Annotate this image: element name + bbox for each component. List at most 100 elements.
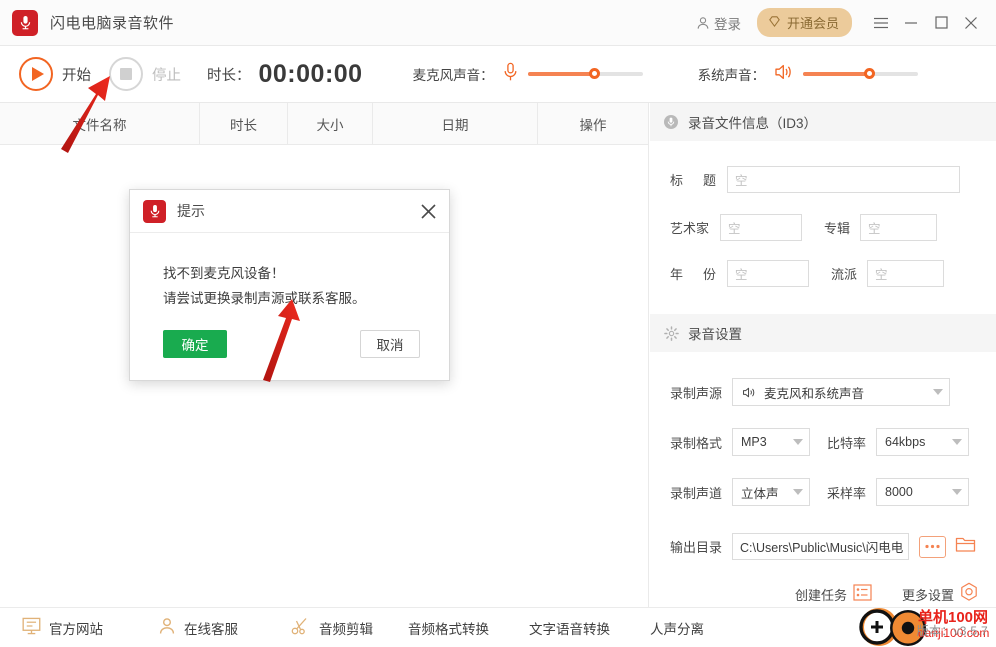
id3-artist-input[interactable]: 空 (720, 214, 803, 241)
record-channel-value: 立体声 (741, 486, 779, 501)
version-label: 版本：v3.5.7 (916, 624, 988, 638)
login-button[interactable]: 登录 (696, 13, 741, 33)
system-volume-group: 系统声音： (698, 62, 919, 87)
chevron-down-icon (952, 439, 963, 445)
chevron-down-icon (933, 389, 944, 395)
bitrate-select[interactable]: 64kbps (876, 428, 970, 456)
record-settings-header: 录音设置 (650, 314, 996, 352)
window-controls-group: 登录 开通会员 (696, 0, 996, 46)
recording-toolbar: 开始 停止 时长： 00:00:00 麦克风声音： 系统声音： (0, 46, 996, 103)
dialog-message-line2: 请尝试更换录制声源或联系客服。 (163, 291, 366, 306)
user-icon (696, 16, 710, 30)
id3-genre-input[interactable]: 空 (867, 260, 945, 287)
dialog-buttons: 确定 取消 (130, 330, 451, 360)
record-format-label: 录制格式 (670, 435, 723, 451)
scissors-icon (291, 617, 311, 638)
text-to-speech-label: 文字语音转换 (529, 621, 610, 637)
file-table-header: 文件名称 时长 大小 日期 操作 (0, 103, 648, 145)
online-support-label: 在线客服 (184, 621, 238, 637)
login-label: 登录 (713, 16, 741, 32)
browse-ellipsis-button[interactable] (919, 535, 947, 558)
samplerate-select[interactable]: 8000 (876, 478, 970, 506)
upgrade-membership-label: 开通会员 (786, 16, 839, 31)
record-source-label: 录制声源 (670, 385, 723, 401)
bitrate-label: 比特率 (827, 435, 867, 451)
id3-section-header: 录音文件信息（ID3） (650, 103, 996, 141)
microphone-volume-group: 麦克风声音： (413, 62, 643, 87)
record-channel-select[interactable]: 立体声 (732, 478, 811, 506)
dialog-cancel-button[interactable]: 取消 (360, 330, 420, 358)
duration-label: 时长： (207, 67, 251, 84)
speaker-icon (741, 384, 757, 400)
vocal-separation-button[interactable]: 人声分离 (650, 618, 704, 638)
column-header-operation[interactable]: 操作 (538, 103, 648, 145)
task-list-icon[interactable] (853, 583, 872, 606)
record-source-row: 录制声源 麦克风和系统声音 (670, 378, 996, 406)
output-directory-label: 输出目录 (670, 540, 723, 555)
settings-hex-icon[interactable] (959, 582, 979, 607)
speaker-icon[interactable] (773, 62, 794, 87)
id3-album-input[interactable]: 空 (860, 214, 938, 241)
dialog-ok-button[interactable]: 确定 (163, 330, 227, 358)
app-window: 闪电电脑录音软件 登录 开通会员 开始 停止 时长： 00:00:00 麦克风声… (0, 0, 996, 647)
audio-format-convert-button[interactable]: 音频格式转换 (408, 618, 489, 638)
id3-year-label: 年 份 (670, 267, 716, 282)
id3-title-label: 标 题 (670, 173, 716, 188)
record-format-select[interactable]: MP3 (732, 428, 811, 456)
minimize-icon[interactable] (896, 0, 926, 46)
column-header-filename[interactable]: 文件名称 (0, 103, 200, 145)
system-volume-slider[interactable] (803, 68, 919, 79)
headset-user-icon (158, 617, 176, 638)
id3-section-title: 录音文件信息（ID3） (688, 116, 818, 131)
dialog-message-line1: 找不到麦克风设备！ (163, 266, 285, 281)
dialog-header: 提示 (130, 190, 449, 233)
maximize-icon[interactable] (926, 0, 956, 46)
app-title: 闪电电脑录音软件 (50, 15, 175, 32)
id3-album-label: 专辑 (824, 221, 851, 236)
start-recording-button[interactable] (19, 57, 53, 91)
audio-format-convert-label: 音频格式转换 (408, 621, 489, 637)
column-header-size[interactable]: 大小 (288, 103, 373, 145)
samplerate-value: 8000 (885, 485, 913, 499)
more-settings-button[interactable]: 更多设置 (902, 585, 954, 604)
column-header-date[interactable]: 日期 (373, 103, 538, 145)
microphone-volume-slider[interactable] (527, 68, 643, 79)
stop-icon (120, 68, 132, 80)
output-directory-row: 输出目录 C:\Users\Public\Music\闪电电 (670, 533, 996, 560)
record-source-value: 麦克风和系统声音 (764, 386, 865, 401)
chevron-down-icon (793, 489, 804, 495)
vocal-separation-label: 人声分离 (650, 621, 704, 637)
play-icon (31, 67, 44, 81)
create-task-button[interactable]: 创建任务 (795, 585, 847, 604)
system-volume-label: 系统声音： (697, 68, 766, 83)
id3-year-genre-row: 年 份 空 流派 空 (670, 260, 996, 287)
open-folder-icon[interactable] (955, 535, 976, 558)
column-header-duration[interactable]: 时长 (200, 103, 288, 145)
alert-dialog: 提示 找不到麦克风设备！ 请尝试更换录制声源或联系客服。 确定 取消 (129, 189, 450, 381)
record-settings-title: 录音设置 (688, 327, 742, 342)
upgrade-membership-button[interactable]: 开通会员 (756, 8, 852, 37)
hamburger-menu-icon[interactable] (866, 0, 896, 46)
online-support-button[interactable]: 在线客服 (158, 617, 238, 638)
id3-year-input[interactable]: 空 (727, 260, 809, 287)
official-website-label: 官方网站 (49, 621, 103, 637)
close-icon[interactable] (956, 0, 986, 46)
record-source-select[interactable]: 麦克风和系统声音 (732, 378, 951, 406)
panel-actions-row: 创建任务 更多设置 (795, 582, 996, 607)
record-channel-samplerate-row: 录制声道 立体声 采样率 8000 (670, 478, 996, 506)
text-to-speech-button[interactable]: 文字语音转换 (529, 618, 610, 638)
stop-recording-button[interactable] (109, 57, 143, 91)
id3-title-input[interactable]: 空 (727, 166, 960, 193)
diamond-icon (767, 14, 782, 32)
output-directory-input[interactable]: C:\Users\Public\Music\闪电电 (732, 533, 910, 560)
chevron-down-icon (793, 439, 804, 445)
audio-editing-button[interactable]: 音频剪辑 (291, 617, 373, 638)
dialog-close-icon[interactable] (407, 190, 449, 233)
monitor-icon (22, 617, 41, 638)
official-website-button[interactable]: 官方网站 (22, 617, 103, 638)
record-format-value: MP3 (741, 435, 767, 449)
start-label: 开始 (62, 67, 91, 84)
record-channel-label: 录制声道 (670, 485, 723, 501)
microphone-icon[interactable] (502, 62, 519, 87)
right-side-panel: 录音文件信息（ID3） 标 题 空 艺术家 空 专辑 空 年 份 空 流派 空 (650, 103, 996, 607)
